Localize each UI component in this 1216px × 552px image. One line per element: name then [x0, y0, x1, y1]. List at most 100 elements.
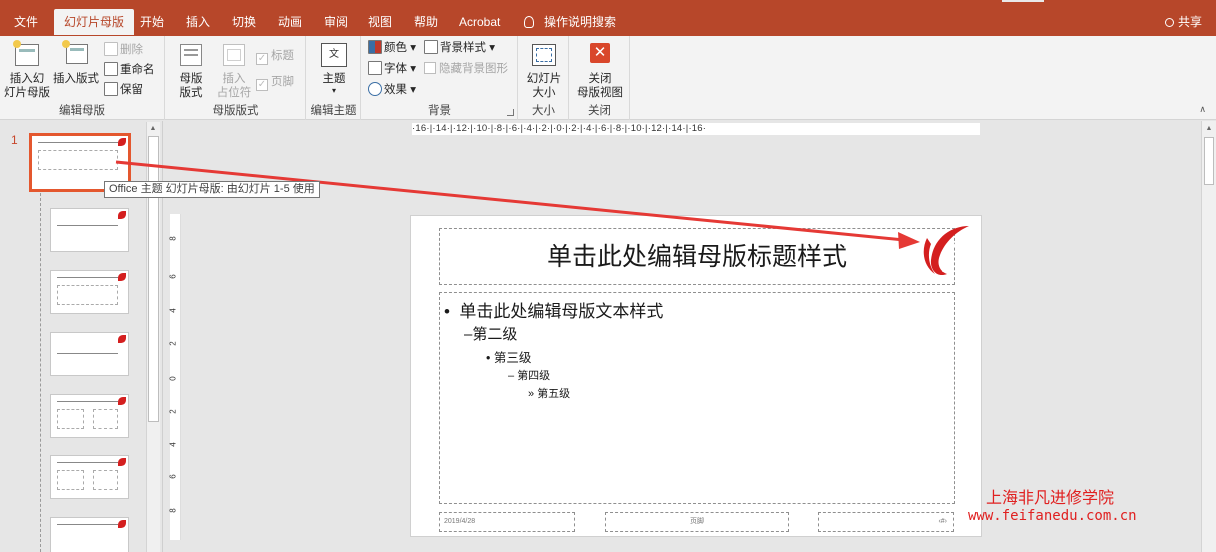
group-close: ✕ 关闭 母版视图 关闭	[570, 36, 630, 120]
colors-icon	[368, 40, 382, 54]
logo-icon	[118, 397, 126, 405]
group-master-layout: 母版 版式 插入 占位符 ✓ 标题 ✓ 页脚 母版版式	[166, 36, 306, 120]
tab-animations[interactable]: 动画	[268, 9, 312, 35]
logo-icon	[118, 335, 126, 343]
collapse-ribbon-icon[interactable]: ∧	[1199, 104, 1206, 115]
date-text: 2019/4/28	[444, 518, 476, 525]
themes-icon: 文	[318, 40, 350, 70]
insert-layout-button[interactable]: 插入版式	[52, 40, 100, 86]
layout-tree-line	[40, 193, 41, 552]
level-2-text: 第二级	[472, 326, 518, 343]
group-label-edit-master: 编辑母版	[59, 105, 105, 117]
horizontal-ruler: ·16·|·14·|·12·|·10·|·8·|·6·|·4·|·2·|·0·|…	[412, 123, 980, 135]
thumb-title-line	[57, 524, 118, 525]
delete-button[interactable]: 删除	[104, 40, 143, 60]
tab-file[interactable]: 文件	[4, 9, 48, 35]
body-placeholder[interactable]: • 单击此处编辑母版文本样式 –第二级 • 第三级 – 第四级 » 第五级	[439, 292, 955, 504]
effects-label: 效果	[384, 84, 407, 96]
insert-slide-master-label: 插入幻 灯片母版	[4, 73, 50, 99]
slide-number-placeholder[interactable]: ‹#›	[818, 512, 954, 532]
scroll-up-icon[interactable]: ▲	[1203, 123, 1215, 135]
footers-checkbox[interactable]: ✓ 页脚	[256, 72, 294, 92]
group-label-edit-theme: 编辑主题	[310, 105, 357, 117]
background-styles-button[interactable]: 背景样式 ▾	[424, 38, 495, 58]
ruler-tick: 8	[168, 236, 178, 241]
preserve-button[interactable]: 保留	[104, 80, 143, 100]
tab-insert[interactable]: 插入	[176, 9, 220, 35]
tell-me-search[interactable]: 操作说明搜索	[524, 9, 616, 35]
title-checkbox[interactable]: ✓ 标题	[256, 46, 294, 66]
close-master-view-label: 关闭 母版视图	[577, 73, 623, 99]
colors-label: 颜色	[384, 42, 407, 54]
tab-home[interactable]: 开始	[130, 9, 174, 35]
thumbnail-layout[interactable]	[50, 517, 129, 552]
share-label: 共享	[1177, 15, 1202, 29]
canvas-scrollbar[interactable]: ▲	[1201, 121, 1216, 552]
thumbnail-layout[interactable]	[50, 394, 129, 438]
footers-checkbox-label: 页脚	[271, 76, 294, 88]
slide-size-label: 幻灯片 大小	[526, 73, 562, 99]
thumb-body	[38, 150, 118, 170]
fonts-button[interactable]: 字体 ▾	[368, 59, 416, 79]
text-level-5: » 第五级	[528, 388, 571, 400]
tell-me-label: 操作说明搜索	[544, 15, 617, 29]
delete-label: 删除	[120, 44, 143, 56]
thumb-title-line	[38, 142, 118, 143]
text-level-3: • 第三级	[486, 351, 532, 365]
rename-label: 重命名	[120, 64, 155, 76]
tab-help[interactable]: 帮助	[404, 9, 448, 35]
footer-placeholder[interactable]: 页脚	[605, 512, 789, 532]
ribbon: 插入幻 灯片母版 插入版式 删除 重命名 保留 编辑母版 母版 版式 插入 占位…	[0, 36, 1216, 120]
insert-placeholder-label: 插入 占位符	[216, 73, 252, 99]
thumb-title-line	[57, 277, 118, 278]
tab-review[interactable]: 审阅	[314, 9, 358, 35]
insert-slide-master-button[interactable]: 插入幻 灯片母版	[4, 40, 50, 100]
thumbnail-layout[interactable]	[50, 270, 129, 314]
slide-size-button[interactable]: 幻灯片 大小	[522, 40, 566, 100]
tab-acrobat[interactable]: Acrobat	[449, 9, 510, 35]
share-button[interactable]: 共享	[1164, 9, 1202, 35]
effects-button[interactable]: 效果 ▾	[368, 80, 416, 100]
thumb-body	[57, 470, 84, 490]
preserve-label: 保留	[120, 84, 143, 96]
logo-icon	[118, 138, 126, 146]
master-layout-button[interactable]: 母版 版式	[170, 40, 212, 100]
insert-placeholder-button[interactable]: 插入 占位符	[212, 40, 256, 100]
tab-view[interactable]: 视图	[358, 9, 402, 35]
text-level-2: –第二级	[464, 326, 518, 343]
themes-button[interactable]: 文 主题 ▾	[313, 40, 355, 96]
master-layout-label: 母版 版式	[179, 73, 203, 99]
slide-master-canvas: 单击此处编辑母版标题样式 • 单击此处编辑母版文本样式 –第二级 • 第三级 –…	[410, 215, 982, 537]
thumb-title-line	[57, 353, 118, 354]
insert-placeholder-icon	[218, 40, 250, 70]
tab-transitions[interactable]: 切换	[222, 9, 266, 35]
title-placeholder[interactable]: 单击此处编辑母版标题样式	[439, 228, 955, 285]
background-styles-icon	[424, 40, 438, 54]
dialog-launcher-icon[interactable]	[507, 109, 514, 116]
title-text: 单击此处编辑母版标题样式	[546, 243, 847, 271]
scrollbar-thumb[interactable]	[148, 136, 159, 422]
group-edit-master: 插入幻 灯片母版 插入版式 删除 重命名 保留 编辑母版	[0, 36, 165, 120]
master-layout-icon	[175, 40, 207, 70]
scrollbar-thumb[interactable]	[1204, 137, 1214, 185]
scroll-up-icon[interactable]: ▲	[147, 123, 159, 135]
colors-button[interactable]: 颜色 ▾	[368, 38, 416, 58]
thumbnail-layout[interactable]	[50, 208, 129, 252]
hide-background-checkbox[interactable]: 隐藏背景图形	[424, 59, 508, 79]
ruler-tick: 6	[168, 474, 178, 479]
text-level-1: • 单击此处编辑母版文本样式	[444, 302, 664, 321]
ribbon-tab-bar: 文件 幻灯片母版 开始 插入 切换 动画 审阅 视图 帮助 Acrobat 操作…	[0, 0, 1216, 36]
tab-slide-master[interactable]: 幻灯片母版	[54, 9, 135, 35]
thumbnail-layout[interactable]	[50, 332, 129, 376]
slide-master-number: 1	[11, 133, 18, 147]
level-3-text: 第三级	[493, 351, 532, 365]
close-master-view-button[interactable]: ✕ 关闭 母版视图	[574, 40, 626, 100]
rename-button[interactable]: 重命名	[104, 60, 155, 80]
effects-icon	[368, 82, 382, 96]
group-edit-theme: 文 主题 ▾ 编辑主题	[307, 36, 361, 120]
date-placeholder[interactable]: 2019/4/28	[439, 512, 575, 532]
thumbnail-layout[interactable]	[50, 455, 129, 499]
group-label-size: 大小	[532, 105, 555, 117]
lightbulb-icon	[524, 16, 534, 28]
thumb-title-line	[57, 225, 118, 226]
